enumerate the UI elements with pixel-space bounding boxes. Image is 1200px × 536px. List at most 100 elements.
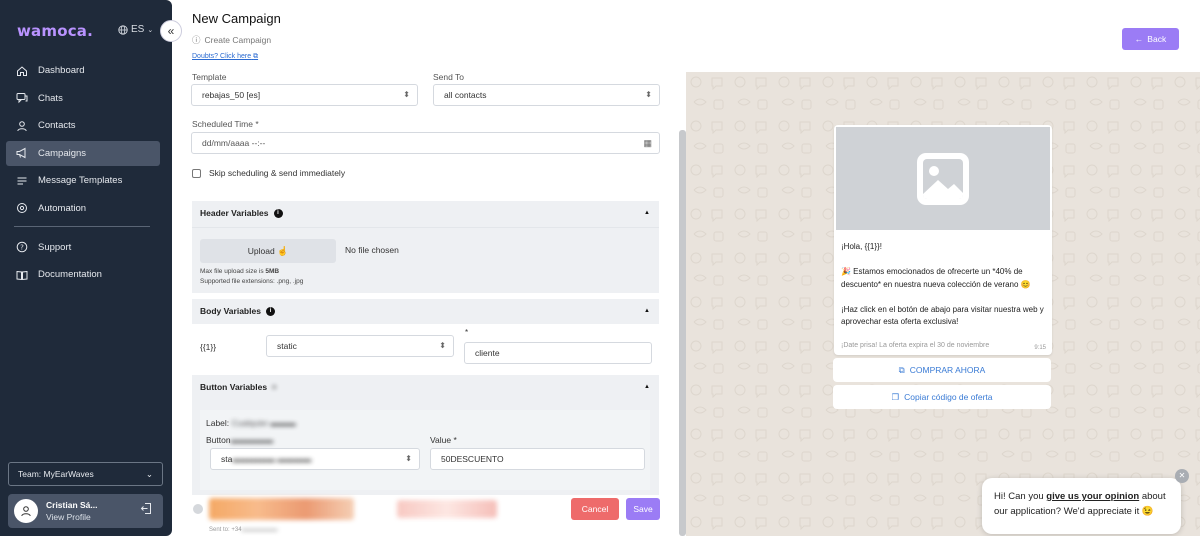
button-field-label: Button▬▬▬▬▬ xyxy=(206,435,274,445)
feedback-text-before: Hi! Can you xyxy=(994,491,1047,502)
doubts-text: Doubts? Click here xyxy=(192,53,252,60)
view-profile-link[interactable]: View Profile xyxy=(46,511,98,523)
back-label: Back xyxy=(1147,34,1167,44)
body-variables-toggle[interactable]: Body Variables i ▲ xyxy=(192,299,659,323)
sidebar-item-label: Automation xyxy=(38,202,87,214)
sendto-value: all contacts xyxy=(444,90,487,100)
sidebar-item-contacts[interactable]: Contacts xyxy=(6,113,160,138)
caret-up-icon: ▲ xyxy=(644,308,650,314)
copy-code-button[interactable]: ❐ Copiar código de oferta xyxy=(833,385,1051,409)
button-variables-toggle[interactable]: Button Variables ● ▲ xyxy=(192,375,659,399)
upload-button[interactable]: Upload ☝ xyxy=(200,239,336,263)
profile-name: Cristian Sá... xyxy=(46,500,98,510)
header-variables-section: Header Variables i ▲ Upload ☝ No file ch… xyxy=(192,201,659,293)
sidebar-item-label: Chats xyxy=(38,92,63,104)
variable-value-input[interactable]: cliente xyxy=(464,342,652,364)
image-placeholder xyxy=(836,127,1050,230)
calendar-icon[interactable]: ▦ xyxy=(643,133,652,153)
skip-scheduling-checkbox[interactable]: Skip scheduling & send immediately xyxy=(192,168,345,178)
team-label: Team: MyEarWaves xyxy=(18,469,94,479)
language-selector[interactable]: ES ⌄ xyxy=(118,24,153,35)
scheduled-time-input[interactable]: dd/mm/aaaa --:-- ▦ xyxy=(191,132,660,154)
sidebar-item-chats[interactable]: Chats xyxy=(6,86,160,111)
no-file-text: No file chosen xyxy=(345,245,399,255)
section-title: Body Variables xyxy=(200,306,261,316)
header-variables-toggle[interactable]: Header Variables i ▲ xyxy=(192,201,659,225)
body-variables-section: Body Variables i ▲ {{1}} static ⬍ * clie… xyxy=(192,299,659,370)
close-icon[interactable]: ✕ xyxy=(1175,469,1189,483)
form-scrollbar[interactable] xyxy=(679,130,686,536)
sendto-select[interactable]: all contacts ⬍ xyxy=(433,84,660,106)
scheduled-placeholder: dd/mm/aaaa --:-- xyxy=(202,138,266,148)
sidebar-nav: Dashboard Chats Contacts Campaigns Messa… xyxy=(6,58,160,290)
message-text: ¡Hola, {{1}}! 🎉 Estamos emocionados de o… xyxy=(841,242,1044,326)
button-type-select[interactable]: sta▬▬▬▬▬ ▬▬▬▬ ⬍ xyxy=(210,448,420,470)
button-value-input[interactable]: 50DESCUENTO xyxy=(430,448,645,470)
template-label: Template xyxy=(192,72,227,82)
button-type-prefix: sta xyxy=(221,454,233,464)
template-value: rebajas_50 [es] xyxy=(202,90,261,100)
sidebar-item-documentation[interactable]: Documentation xyxy=(6,262,160,287)
save-button[interactable]: Save xyxy=(626,498,660,520)
button-label-prefix: Label: xyxy=(206,418,232,428)
cancel-button[interactable]: Cancel xyxy=(571,498,619,520)
button-label: Copiar código de oferta xyxy=(904,392,993,402)
app-logo[interactable]: wamoca. xyxy=(17,22,93,40)
message-bubble: ¡Hola, {{1}}! 🎉 Estamos emocionados de o… xyxy=(834,125,1052,355)
blurred-info xyxy=(397,500,497,518)
profile-card[interactable]: Cristian Sá... View Profile xyxy=(8,494,163,528)
info-icon: ⓘ xyxy=(192,35,201,45)
back-button[interactable]: ← Back xyxy=(1122,28,1179,50)
scheduled-label: Scheduled Time * xyxy=(192,119,259,129)
required-mark: * xyxy=(465,328,469,337)
svg-text:?: ? xyxy=(20,244,24,252)
avatar xyxy=(14,499,38,523)
template-select[interactable]: rebajas_50 [es] ⬍ xyxy=(191,84,418,106)
max-size-prefix: Max file upload size is xyxy=(200,268,266,275)
sidebar-item-message-templates[interactable]: Message Templates xyxy=(6,168,160,193)
feedback-link[interactable]: give us your opinion xyxy=(1046,491,1139,502)
collapse-sidebar-button[interactable]: « xyxy=(160,20,182,42)
variable-type-select[interactable]: static ⬍ xyxy=(266,335,454,357)
team-selector[interactable]: Team: MyEarWaves ⌄ xyxy=(8,462,163,486)
checkbox-box[interactable] xyxy=(192,168,201,178)
sidebar-item-automation[interactable]: Automation xyxy=(6,196,160,221)
upload-label: Upload xyxy=(247,246,275,256)
page-title: New Campaign xyxy=(192,11,281,26)
image-icon xyxy=(917,152,969,205)
test-send-button[interactable] xyxy=(209,498,354,520)
doubts-link[interactable]: Doubts? Click here ⧉ xyxy=(192,53,258,61)
info-icon: i xyxy=(265,306,275,316)
max-size-value: 5MB xyxy=(265,268,280,275)
feedback-popup: Hi! Can you give us your opinion about o… xyxy=(982,478,1181,534)
cursor-icon: ☝ xyxy=(277,246,289,256)
sidebar: wamoca. ES ⌄ Dashboard Chats Contacts Ca… xyxy=(0,0,172,536)
message-footer: ¡Date prisa! La oferta expira el 30 de n… xyxy=(841,342,990,349)
sidebar-item-support[interactable]: ? Support xyxy=(6,235,160,260)
sidebar-item-campaigns[interactable]: Campaigns xyxy=(6,140,160,166)
variable-type-value: static xyxy=(277,341,297,351)
sidebar-item-label: Message Templates xyxy=(38,175,123,186)
button-value: 50DESCUENTO xyxy=(441,454,504,464)
sidebar-item-label: Dashboard xyxy=(38,65,85,76)
whatsapp-preview: ¡Hola, {{1}}! 🎉 Estamos emocionados de o… xyxy=(686,72,1200,536)
globe-icon xyxy=(118,24,128,35)
comprar-ahora-button[interactable]: ⧉ COMPRAR AHORA xyxy=(833,358,1051,382)
sidebar-item-dashboard[interactable]: Dashboard xyxy=(6,58,160,83)
user-icon xyxy=(16,120,32,132)
info-icon: ● xyxy=(272,383,277,391)
copy-icon: ❐ xyxy=(891,391,900,402)
language-code: ES xyxy=(131,24,145,35)
variable-name: {{1}} xyxy=(200,342,217,352)
button-variables-section: Button Variables ● ▲ Label: Cualquier ▬▬… xyxy=(192,375,659,495)
divider xyxy=(192,227,659,228)
megaphone-icon xyxy=(16,147,32,159)
book-icon xyxy=(16,269,32,281)
caret-up-icon: ▲ xyxy=(644,384,650,390)
radio-button[interactable] xyxy=(193,504,203,514)
external-link-icon: ⧉ xyxy=(253,53,259,60)
page-header: New Campaign ⓘ Create Campaign Doubts? C… xyxy=(172,0,1200,72)
sidebar-item-label: Support xyxy=(38,241,72,253)
extensions-text: Supported file extensions: .png, .jpg xyxy=(200,278,304,285)
logout-icon[interactable] xyxy=(140,502,153,520)
